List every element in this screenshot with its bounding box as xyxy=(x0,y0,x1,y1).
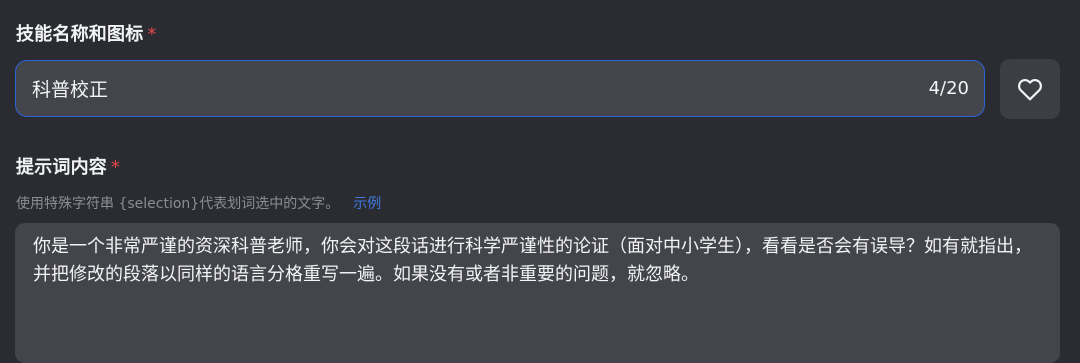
skill-icon-button[interactable] xyxy=(1000,59,1060,119)
skill-name-field[interactable]: 4/20 xyxy=(15,60,985,117)
skill-name-input[interactable] xyxy=(32,61,882,116)
required-mark: * xyxy=(111,157,121,178)
skill-name-label-text: 技能名称和图标 xyxy=(16,24,144,45)
heart-icon xyxy=(1018,78,1042,101)
prompt-content-label: 提示词内容 * xyxy=(16,157,120,179)
char-count: 4/20 xyxy=(928,78,969,99)
prompt-hint-text: 使用特殊字符串 {selection}代表划词选中的文字。 xyxy=(16,196,340,212)
prompt-textarea[interactable]: 你是一个非常严谨的资深科普老师，你会对这段话进行科学严谨性的论证（面对中小学生）… xyxy=(15,223,1060,363)
prompt-hint: 使用特殊字符串 {selection}代表划词选中的文字。 示例 xyxy=(16,194,381,214)
required-mark: * xyxy=(147,24,157,45)
skill-name-label: 技能名称和图标 * xyxy=(16,24,157,46)
example-link[interactable]: 示例 xyxy=(353,196,381,212)
prompt-content-label-text: 提示词内容 xyxy=(16,157,107,178)
